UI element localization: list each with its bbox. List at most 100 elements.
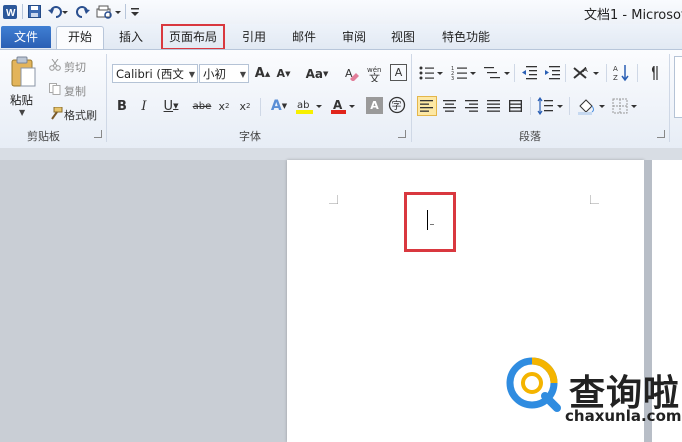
numbering-icon[interactable]: 123 — [451, 65, 477, 81]
cut-button[interactable]: 剪切 — [64, 59, 86, 75]
svg-text:Z: Z — [613, 74, 618, 82]
decrease-indent-icon[interactable] — [520, 65, 538, 81]
tab-special-features[interactable]: 特色功能 — [436, 27, 496, 48]
font-name-value: Calibri (西文 — [116, 67, 184, 81]
line-spacing-icon[interactable] — [537, 96, 565, 116]
copy-icon — [48, 82, 62, 96]
character-border-icon[interactable]: A — [390, 64, 407, 81]
svg-text:字: 字 — [392, 99, 402, 112]
paragraph-group-label: 段落 — [519, 130, 541, 143]
paste-dropdown-icon[interactable]: ▼ — [19, 108, 25, 117]
font-size-value: 小初 — [203, 67, 226, 81]
bold-icon[interactable]: B — [115, 98, 129, 114]
tab-view[interactable]: 视图 — [382, 27, 424, 48]
page-layout-highlight — [161, 24, 225, 50]
align-right-icon[interactable] — [463, 96, 481, 116]
svg-text:W: W — [6, 8, 16, 19]
distributed-icon[interactable] — [507, 96, 525, 116]
svg-text:文: 文 — [369, 71, 380, 82]
chinese-layout-icon[interactable]: A — [572, 64, 600, 82]
svg-text:3: 3 — [451, 76, 454, 81]
superscript-icon[interactable]: x2 — [238, 98, 252, 114]
margin-corner-mark — [590, 195, 599, 204]
borders-icon[interactable] — [612, 96, 640, 116]
divider — [569, 97, 570, 115]
group-separator — [411, 54, 412, 142]
ribbon-tabs: 文件 开始 插入 页面布局 引用 邮件 审阅 视图 特色功能 — [0, 24, 682, 50]
chevron-down-icon: ▼ — [239, 70, 246, 79]
font-size-combo[interactable]: 小初 ▼ — [199, 64, 249, 83]
clear-formatting-icon[interactable]: A — [343, 64, 361, 82]
tab-insert[interactable]: 插入 — [110, 27, 152, 48]
strikethrough-icon[interactable]: abe — [192, 98, 212, 114]
multilevel-list-icon[interactable] — [483, 65, 511, 81]
customize-quick-access-icon[interactable] — [129, 3, 141, 20]
grow-font-icon[interactable]: A ▲ — [254, 65, 271, 82]
divider — [637, 64, 638, 82]
italic-icon[interactable]: I — [137, 98, 151, 114]
clipboard-dialog-launcher[interactable] — [94, 130, 102, 138]
word-app-icon[interactable]: W — [2, 3, 18, 20]
character-shading-icon[interactable]: A — [366, 97, 383, 114]
print-preview-icon[interactable] — [96, 3, 122, 20]
change-case-icon[interactable]: Aa ▼ — [305, 65, 329, 82]
align-left-icon[interactable] — [417, 96, 437, 116]
svg-text:A: A — [613, 65, 618, 73]
format-painter-button[interactable]: 格式刷 — [64, 107, 97, 123]
group-separator — [669, 54, 670, 142]
font-name-combo[interactable]: Calibri (西文 ▼ — [112, 64, 198, 83]
tab-file[interactable]: 文件 — [1, 26, 51, 48]
save-icon[interactable] — [26, 3, 42, 20]
align-center-icon[interactable] — [441, 96, 459, 116]
font-dialog-launcher[interactable] — [398, 130, 406, 138]
bullets-icon[interactable] — [418, 65, 444, 81]
margin-corner-mark — [329, 195, 338, 204]
redo-icon[interactable] — [75, 3, 91, 20]
divider — [606, 64, 607, 82]
paragraph-dialog-launcher[interactable] — [657, 130, 665, 138]
cursor-highlight — [404, 192, 456, 252]
tab-references[interactable]: 引用 — [233, 27, 275, 48]
divider — [514, 64, 515, 82]
paste-label: 粘贴 — [10, 93, 33, 107]
chaxunla-logo — [505, 356, 561, 412]
enclose-characters-icon[interactable]: 字 — [388, 96, 406, 114]
underline-icon[interactable]: U ▼ — [160, 98, 182, 114]
ribbon: 粘贴 ▼ 剪切 复制 格式刷 剪贴板 Calibri (西文 ▼ 小初 ▼ A ▲… — [0, 49, 682, 149]
group-separator — [106, 54, 107, 142]
cut-icon — [48, 58, 62, 72]
tab-home[interactable]: 开始 — [56, 26, 104, 50]
tab-review[interactable]: 审阅 — [333, 27, 375, 48]
font-group-label: 字体 — [239, 130, 261, 143]
highlight-color-icon[interactable]: ab — [295, 97, 323, 115]
window-title: 文档1 - Microsof — [584, 8, 682, 23]
increase-indent-icon[interactable] — [543, 65, 561, 81]
watermark-url: chaxunla.com — [565, 407, 682, 425]
text-effects-icon[interactable]: A ▼ — [267, 97, 291, 115]
show-formatting-marks-icon[interactable] — [644, 64, 662, 82]
styles-gallery[interactable] — [674, 56, 682, 118]
copy-button[interactable]: 复制 — [64, 83, 86, 99]
shrink-font-icon[interactable]: A ▼ — [275, 65, 292, 82]
undo-icon[interactable] — [47, 3, 69, 20]
svg-text:A: A — [583, 66, 588, 74]
phonetic-guide-icon[interactable]: wén 文 — [367, 64, 385, 82]
justify-icon[interactable] — [485, 96, 503, 116]
divider — [530, 97, 531, 115]
divider — [260, 98, 261, 116]
divider — [125, 4, 126, 19]
title-bar: W 文档1 - Microsof — [0, 0, 682, 24]
svg-text:ab: ab — [297, 100, 309, 111]
divider — [22, 4, 23, 19]
chevron-down-icon: ▼ — [188, 70, 195, 79]
tab-mailings[interactable]: 邮件 — [283, 27, 325, 48]
subscript-icon[interactable]: x2 — [217, 98, 231, 114]
font-color-icon[interactable]: A — [330, 97, 356, 115]
paste-button[interactable] — [6, 53, 40, 93]
top-margin-strip — [0, 148, 682, 160]
svg-text:A: A — [333, 98, 343, 112]
divider — [565, 64, 566, 82]
format-painter-icon — [47, 106, 63, 120]
paragraph-shading-icon[interactable] — [577, 96, 607, 116]
sort-icon[interactable]: AZ — [613, 63, 631, 83]
